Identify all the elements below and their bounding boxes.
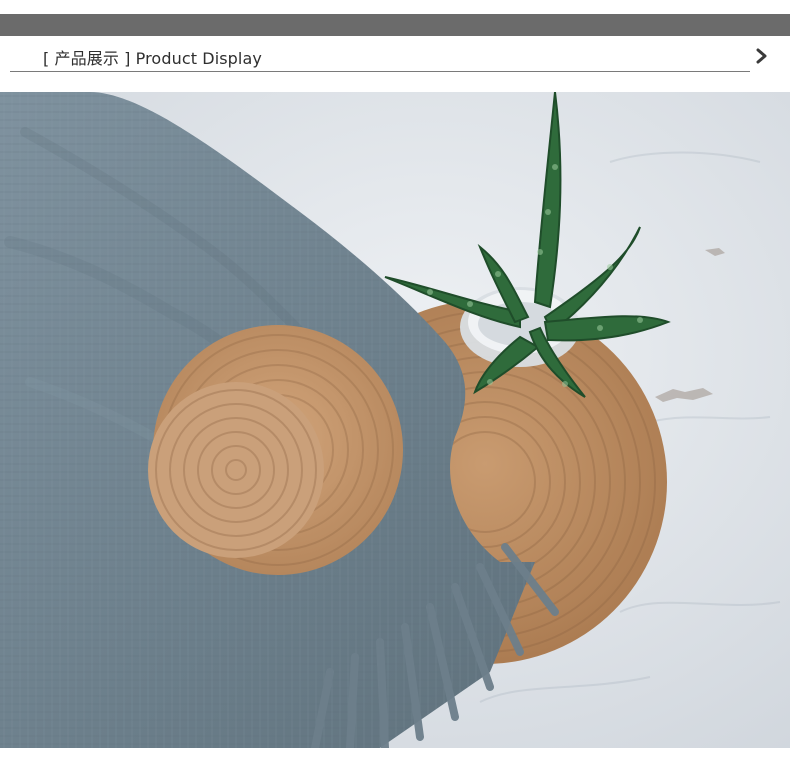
section-title: [ 产品展示 ] Product Display [43,49,262,68]
product-photo [0,92,790,748]
product-display-page: [ 产品展示 ] Product Display [0,0,790,770]
top-band [0,14,790,36]
section-header: [ 产品展示 ] Product Display [10,36,750,72]
chevron-right-icon[interactable] [753,46,771,66]
product-photo-illustration [0,92,790,748]
